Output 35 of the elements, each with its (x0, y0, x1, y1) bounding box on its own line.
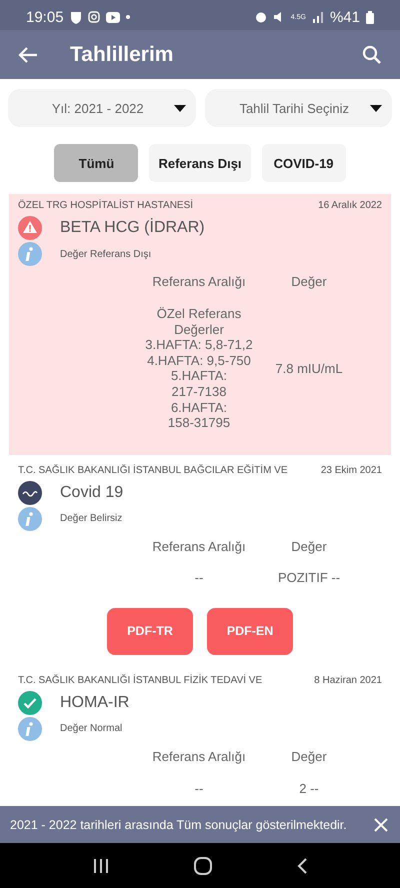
result-status: Değer Belirsiz (60, 513, 122, 524)
battery-percent: %41 (330, 8, 360, 26)
filter-tab[interactable]: Referans Dışı (149, 144, 251, 182)
result-date: 8 Haziran 2021 (314, 674, 382, 686)
reference-range: -- (194, 780, 204, 796)
pdf-button[interactable]: PDF-TR (107, 608, 193, 655)
result-status: Değer Referans Dışı (60, 248, 152, 260)
hospital-name: T.C. SAĞLIK BAKANLIĞI İSTANBUL BAĞCILAR EĞİTİM VE (18, 464, 288, 476)
hospital-name: T.C. SAĞLIK BAKANLIĞI İSTANBUL FİZİK TEDAVİ VE (18, 674, 262, 686)
result-value: 2 -- (298, 780, 320, 796)
result-value: POZITIF -- (276, 570, 342, 586)
result-date: 23 Ekim 2021 (320, 464, 382, 476)
test-name: Covid 19 (60, 484, 124, 502)
test-name: HOMA-IR (60, 694, 130, 712)
reference-range: ÖZel Referans Değerler 3.HAFTA: 5,8-71,2 4.HAFTA: 9,5-750 5.HAFTA: 217-7138 6.HAFTA: 158-31795 (144, 306, 254, 431)
test-name: BETA HCG (İDRAR) (60, 219, 205, 238)
snackbar-message: 2021 - 2022 tarihleri arasında Tüm sonuçlar gösterilmektedir. (10, 818, 348, 832)
filter-tab[interactable]: COVID-19 (262, 144, 346, 182)
reference-range: -- (194, 570, 204, 586)
column-header: Referans Aralığı (151, 538, 247, 554)
page-title: Tahlillerim (70, 42, 174, 67)
result-status: Değer Normal (60, 723, 122, 734)
column-header: Değer (290, 274, 328, 290)
column-header: Referans Aralığı (151, 274, 247, 290)
hospital-name: ÖZEL TRG HOSPİTALİST HASTANESİ (18, 200, 194, 212)
dropdown[interactable]: Tahlil Tarihi Seçiniz (204, 89, 392, 128)
result-date: 16 Aralık 2022 (318, 200, 382, 212)
column-header: Referans Aralığı (151, 748, 247, 765)
column-header: Değer (290, 538, 328, 554)
status-time: 19:05 (26, 8, 64, 26)
column-header: Değer (290, 748, 328, 765)
dropdown[interactable]: Yıl: 2021 - 2022 (8, 89, 196, 128)
filter-tab[interactable]: Tümü (54, 144, 138, 182)
result-value: 7.8 mIU/mL (274, 360, 344, 376)
pdf-button[interactable]: PDF-EN (207, 608, 293, 655)
